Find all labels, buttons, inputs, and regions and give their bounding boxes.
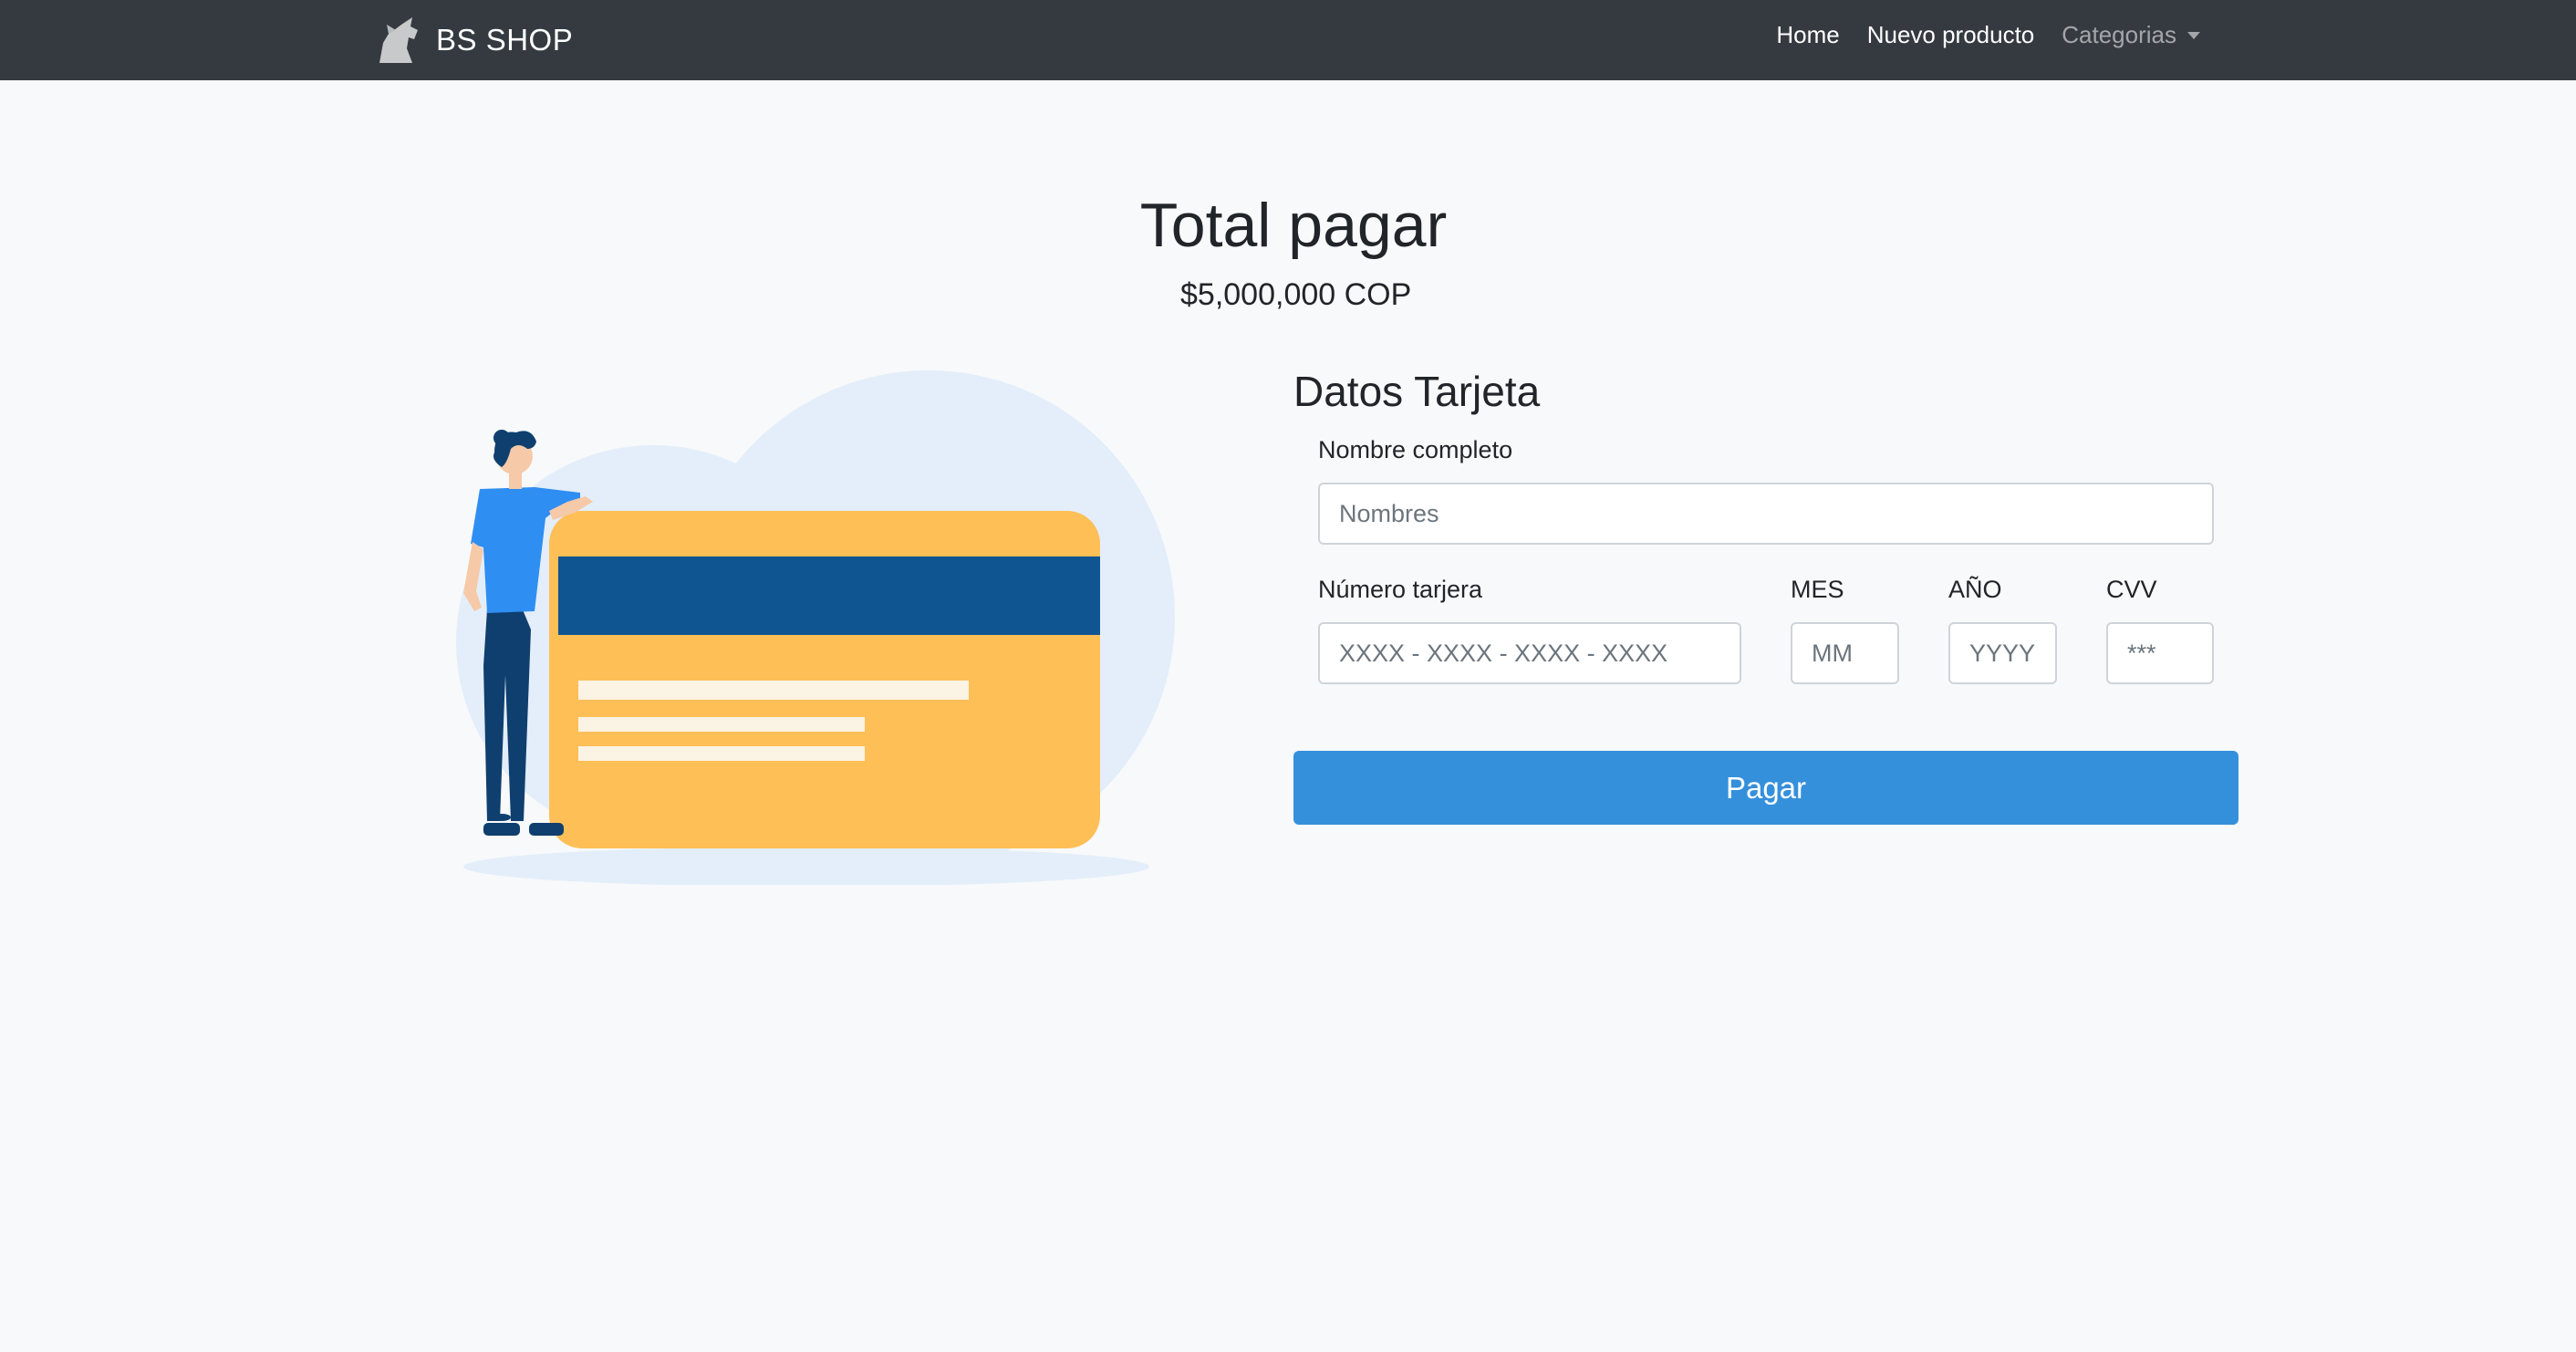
wolf-icon — [379, 17, 418, 63]
year-label: AÑO — [1948, 576, 2002, 603]
brand-name: BS SHOP — [436, 23, 574, 57]
cvv-input[interactable] — [2106, 622, 2214, 684]
navbar: BS SHOP Home Nuevo producto Categorias — [0, 0, 2576, 80]
month-input[interactable] — [1791, 622, 1899, 684]
card-number-label: Número tarjera — [1318, 576, 1483, 603]
card-form-title: Datos Tarjeta — [1293, 368, 1541, 415]
credit-card-illustration — [456, 370, 1175, 885]
nav-links: Home Nuevo producto Categorias — [1749, 0, 2200, 69]
nav-categories-dropdown[interactable]: Categorias — [2062, 21, 2200, 49]
card-number-input[interactable] — [1318, 622, 1741, 684]
cvv-label: CVV — [2106, 576, 2157, 603]
total-amount: $5,000,000 COP — [1180, 277, 1412, 312]
month-label: MES — [1791, 576, 1844, 603]
nav-new-product-link[interactable]: Nuevo producto — [1867, 21, 2035, 49]
caret-down-icon — [2187, 32, 2200, 39]
brand-link[interactable]: BS SHOP — [376, 0, 573, 80]
full-name-label: Nombre completo — [1318, 436, 1513, 463]
nav-categories-label: Categorias — [2062, 20, 2176, 48]
total-title: Total pagar — [1139, 191, 1448, 260]
year-input[interactable] — [1948, 622, 2057, 684]
pay-button[interactable]: Pagar — [1293, 751, 2238, 825]
nav-home-link[interactable]: Home — [1776, 21, 1839, 49]
full-name-input[interactable] — [1318, 483, 2214, 545]
